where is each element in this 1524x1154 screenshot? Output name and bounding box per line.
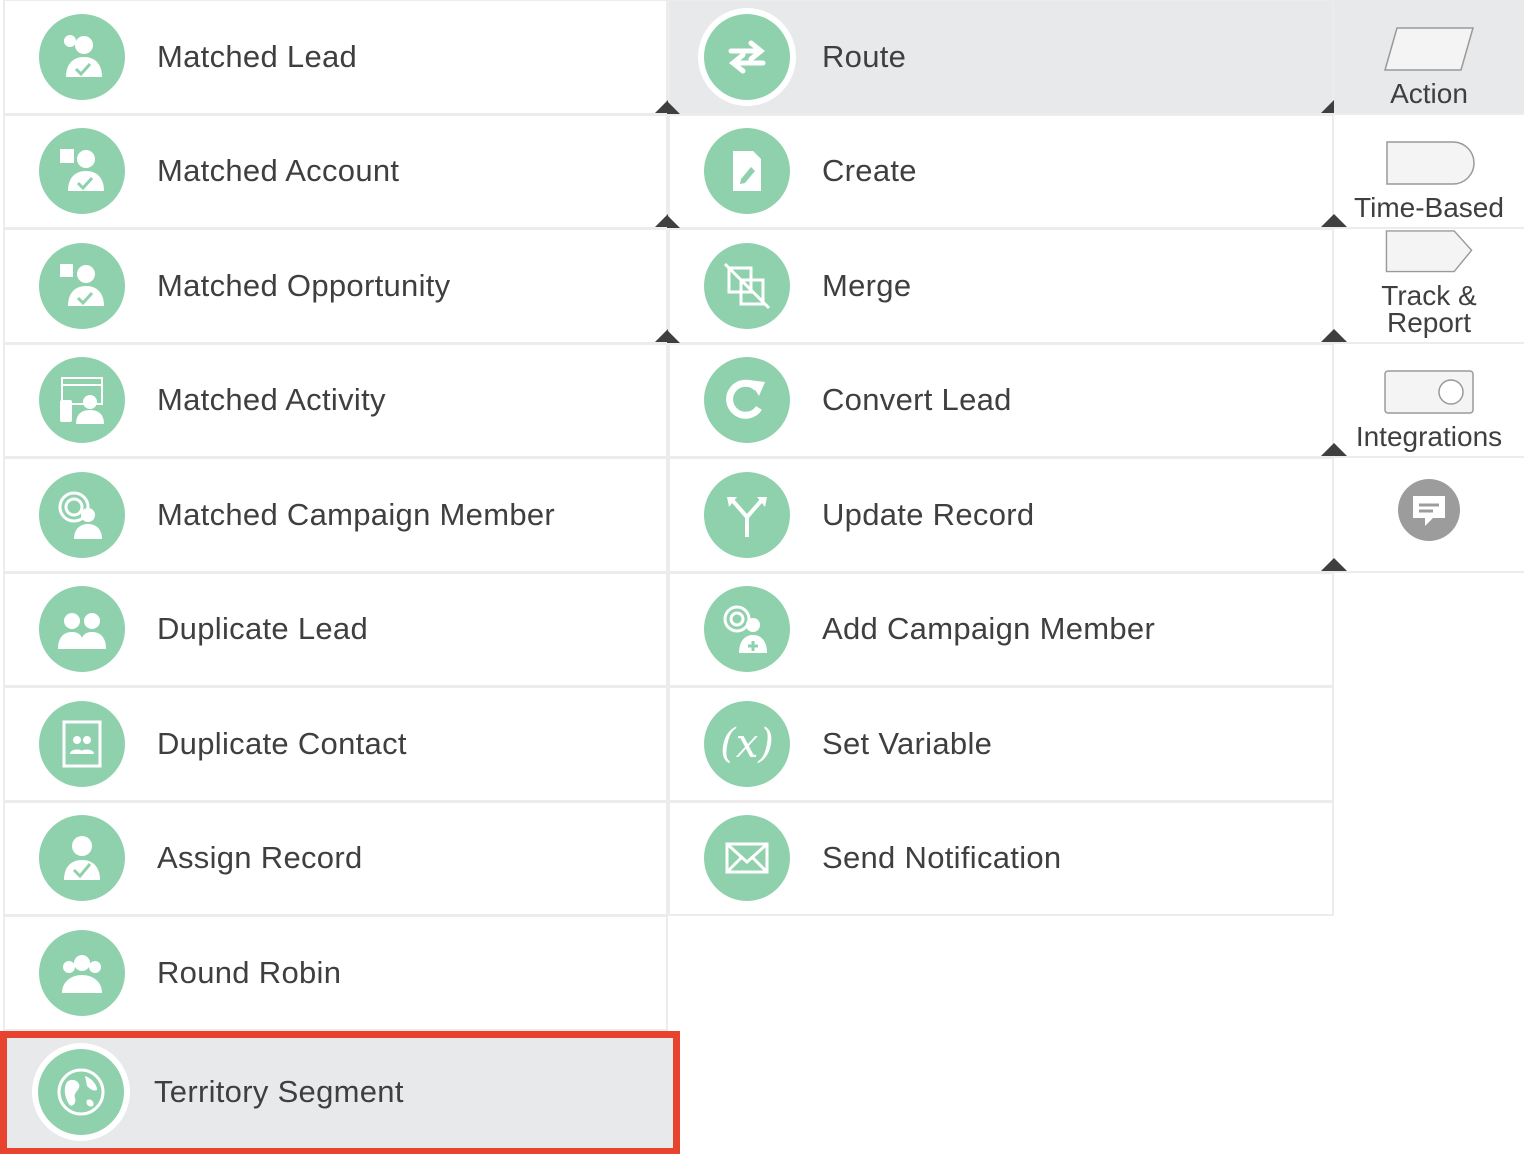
tag-shape-icon [1385,230,1473,273]
palette-label: Action [1390,77,1468,109]
node-merge[interactable]: Merge [667,229,1334,344]
node-label: Set Variable [822,725,993,761]
palette-chat[interactable] [1334,458,1524,573]
node-add-campaign-member[interactable]: Add Campaign Member [668,572,1334,687]
node-label: Matched Campaign Member [157,496,556,532]
envelope-icon [704,815,790,902]
node-label: Route [822,38,907,74]
palette-label: Time-Based [1354,192,1504,223]
toggle-icon [1384,370,1474,414]
rounded-rect-icon [1386,141,1475,185]
corner-marker [667,215,680,228]
node-label: Matched Lead [157,38,358,74]
node-matched-activity[interactable]: Matched Activity [3,343,668,458]
node-label: Update Record [822,496,1035,532]
target-person-icon [39,471,125,558]
document-pencil-icon [704,128,790,215]
node-label: Matched Opportunity [157,267,451,303]
person-check-icon [39,815,125,902]
corner-marker [1321,328,1334,342]
node-label: Convert Lead [822,382,1012,418]
palette-action[interactable]: Action [1334,0,1524,115]
node-set-variable[interactable]: (x) Set Variable [668,687,1334,802]
corner-marker [1334,328,1347,342]
variable-icon: (x) [704,700,790,787]
corner-marker [1321,214,1334,227]
corner-marker [667,329,680,343]
corner-marker [1334,214,1347,227]
palette-label: Track & Report [1381,279,1477,338]
node-label: Matched Activity [157,382,386,418]
parallelogram-icon [1384,26,1474,71]
refresh-icon [704,357,790,444]
node-convert-lead[interactable]: Convert Lead [668,343,1334,458]
node-duplicate-lead[interactable]: Duplicate Lead [3,572,668,687]
corner-marker [667,100,680,114]
node-label: Assign Record [157,840,363,876]
node-create[interactable]: Create [667,114,1334,229]
person-check-icon [39,13,125,100]
building-person-icon [39,128,125,215]
node-label: Round Robin [157,954,342,990]
swap-arrows-icon [704,13,790,100]
globe-icon [38,1049,124,1135]
node-matched-lead[interactable]: Matched Lead [3,0,668,115]
left-node-list: Matched Lead Matched Account Matched Opp… [0,0,680,1154]
node-label: Matched Account [157,153,400,189]
node-update-record[interactable]: Update Record [668,458,1334,573]
node-assign-record[interactable]: Assign Record [3,801,668,916]
merge-icon [704,242,790,329]
calendar-person-icon [39,357,125,444]
opportunity-person-icon [39,242,125,329]
corner-marker [1334,443,1347,456]
corner-marker [1321,99,1334,113]
split-arrows-icon [704,471,790,558]
palette-integrations[interactable]: Integrations [1334,344,1524,458]
palette-time-based[interactable]: Time-Based [1334,115,1524,229]
node-type-palette: Action Time-Based Track & Report Integra… [1334,0,1524,573]
node-label: Send Notification [822,840,1062,876]
corner-marker [1334,557,1347,571]
node-matched-opportunity[interactable]: Matched Opportunity [3,229,668,344]
node-round-robin[interactable]: Round Robin [3,916,668,1031]
variable-glyph: (x) [720,720,774,767]
node-label: Add Campaign Member [822,611,1156,647]
node-label: Create [822,153,917,189]
corner-marker [1321,443,1334,456]
palette-label: Integrations [1355,421,1503,452]
node-label: Territory Segment [154,1074,404,1109]
chat-bubble-icon [1398,479,1460,542]
node-label: Merge [822,267,912,303]
two-people-icon [39,586,125,673]
node-send-notification[interactable]: Send Notification [668,801,1334,916]
node-matched-account[interactable]: Matched Account [3,114,668,229]
node-territory-segment[interactable]: Territory Segment [0,1030,680,1154]
corner-marker [1321,557,1334,571]
palette-track-report[interactable]: Track & Report [1334,229,1524,344]
group-icon [39,929,125,1016]
node-route[interactable]: Route [667,0,1334,115]
action-node-list: Route Create Merge Convert Lead Update R… [667,0,1334,916]
target-person-add-icon [704,586,790,673]
node-label: Duplicate Lead [157,611,369,647]
node-label: Duplicate Contact [157,725,407,761]
node-duplicate-contact[interactable]: Duplicate Contact [3,687,668,802]
node-matched-campaign-member[interactable]: Matched Campaign Member [3,458,668,573]
contact-book-icon [39,700,125,787]
